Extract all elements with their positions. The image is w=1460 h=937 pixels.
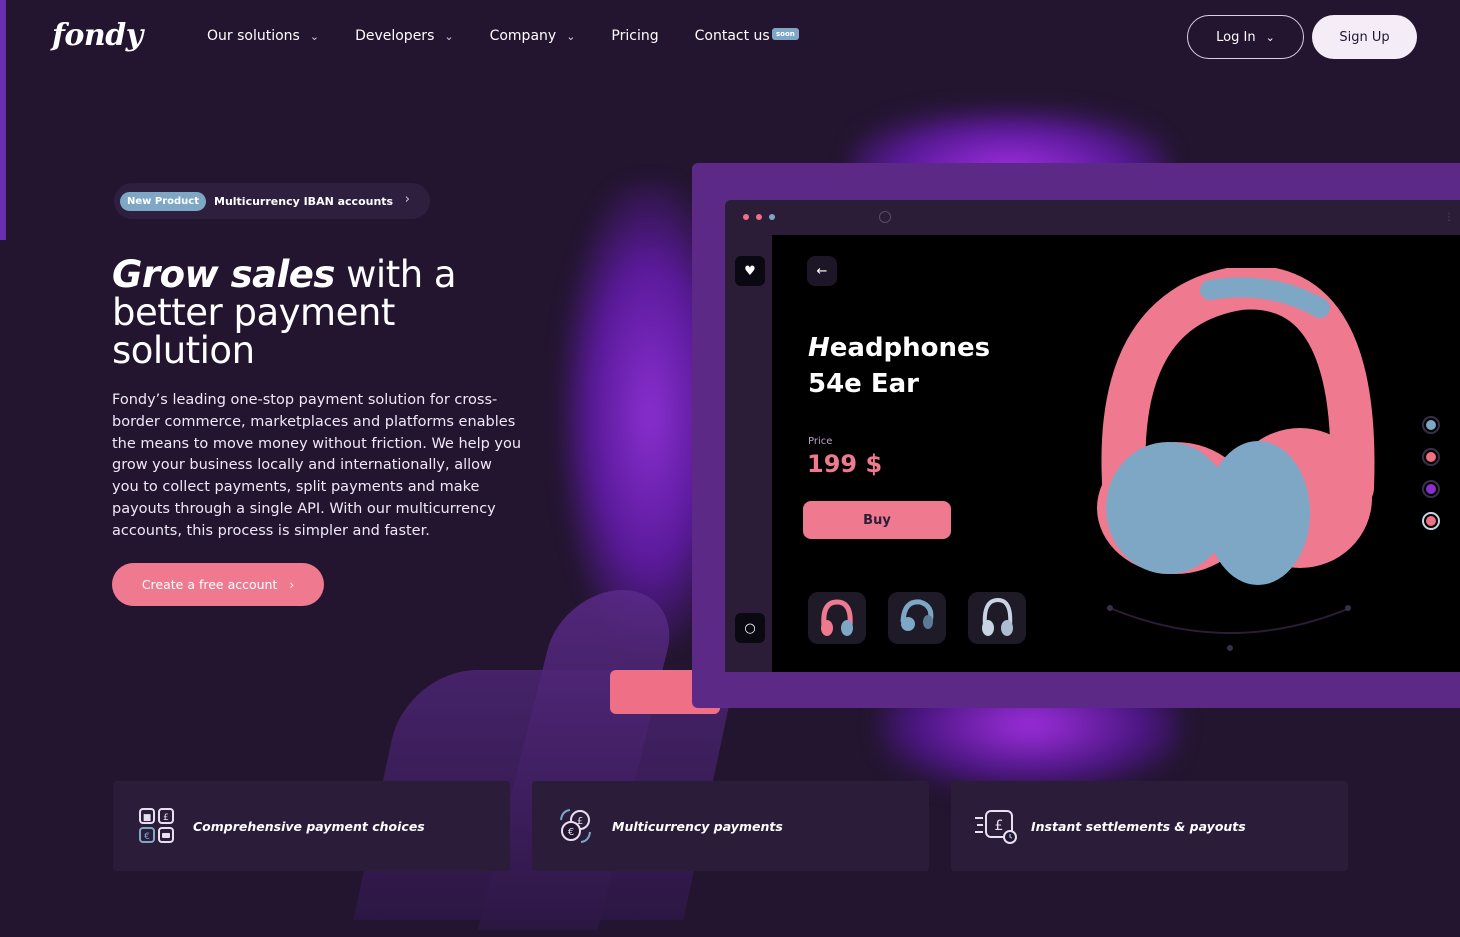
globe-icon xyxy=(879,211,891,223)
chevron-right-icon: › xyxy=(404,192,410,207)
color-swatch xyxy=(1426,484,1436,494)
color-swatch xyxy=(1426,452,1436,462)
hero-title-emphasis: Grow sales xyxy=(112,253,335,296)
chevron-right-icon: › xyxy=(289,577,295,592)
feature-card: ■ £ € Comprehensive payment choices xyxy=(113,781,510,871)
feature-label: Instant settlements & payouts xyxy=(1031,818,1246,834)
nav-contact-us[interactable]: Contact us xyxy=(695,28,770,44)
headphones-thumb-icon xyxy=(900,599,934,631)
chevron-down-icon: ⌄ xyxy=(1265,30,1275,44)
svg-text:£: £ xyxy=(995,818,1004,834)
product-name-line2: 54e Ear xyxy=(808,369,919,399)
color-option-selected[interactable] xyxy=(1422,512,1440,530)
logo[interactable]: fondy xyxy=(52,18,143,53)
new-product-pill[interactable]: New Product Multicurrency IBAN accounts … xyxy=(114,183,430,219)
headphones-thumb-icon xyxy=(821,599,853,636)
site-header: fondy Our solutions ⌄ Developers ⌄ Compa… xyxy=(0,0,1460,76)
window-dot-icon xyxy=(743,214,749,220)
color-swatch xyxy=(1426,420,1436,430)
nav-developers[interactable]: Developers ⌄ xyxy=(355,28,454,44)
heart-icon[interactable]: ♥ xyxy=(735,256,765,286)
svg-text:€: € xyxy=(568,827,574,838)
nav-label: Pricing xyxy=(611,28,659,44)
color-swatch xyxy=(1426,516,1436,526)
product-name-initial: H xyxy=(808,333,830,363)
price-label: Price xyxy=(808,436,833,447)
headphones-illustration xyxy=(1097,268,1375,651)
hero-description: Fondy’s leading one-stop payment solutio… xyxy=(112,392,522,539)
product-thumbnail[interactable] xyxy=(968,592,1026,644)
product-thumbnail[interactable] xyxy=(888,592,946,644)
currency-exchange-icon: £ € xyxy=(554,804,598,848)
feature-card: £ € Multicurrency payments xyxy=(532,781,929,871)
nav-pricing[interactable]: Pricing xyxy=(611,28,658,44)
chevron-down-icon: ⌄ xyxy=(566,29,576,43)
svg-text:■: ■ xyxy=(143,813,152,823)
signup-button[interactable]: Sign Up xyxy=(1312,15,1417,59)
feature-label: Comprehensive payment choices xyxy=(193,818,425,834)
nav-label: Company xyxy=(489,28,557,44)
search-icon[interactable]: ○ xyxy=(735,613,765,643)
soon-badge: soon xyxy=(772,28,799,40)
feature-card: £ Instant settlements & payouts xyxy=(951,781,1348,871)
product-name: Headphones 54e Ear xyxy=(808,330,1048,402)
svg-text:€: € xyxy=(144,832,150,842)
price-value: 199 $ xyxy=(807,450,883,478)
nav-label: Developers xyxy=(355,28,435,44)
pill-text: Multicurrency IBAN accounts xyxy=(214,194,394,208)
new-product-badge: New Product xyxy=(120,191,206,211)
svg-text:£: £ xyxy=(163,813,169,823)
window-dot-icon xyxy=(756,214,762,220)
chevron-down-icon: ⌄ xyxy=(444,29,454,43)
product-thumbnail[interactable] xyxy=(808,592,866,644)
color-option-pink[interactable] xyxy=(1422,448,1440,466)
nav-label: Contact us xyxy=(694,28,770,44)
hero-title: Grow sales with a better payment solutio… xyxy=(112,256,532,370)
login-button[interactable]: Log In ⌄ xyxy=(1187,15,1304,59)
nav-label: Our solutions xyxy=(207,28,300,44)
payment-methods-icon: ■ £ € xyxy=(135,804,179,848)
headphones-thumb-icon xyxy=(982,597,1013,636)
login-label: Log In xyxy=(1216,29,1256,45)
cta-label: Create a free account xyxy=(141,577,278,592)
nav-company[interactable]: Company ⌄ xyxy=(490,28,576,44)
window-dot-icon xyxy=(769,214,775,220)
back-arrow-icon[interactable]: ← xyxy=(807,256,837,286)
create-account-button[interactable]: Create a free account › xyxy=(112,563,324,606)
color-option-blue[interactable] xyxy=(1422,416,1440,434)
feature-label: Multicurrency payments xyxy=(612,818,783,834)
product-name-line1: eadphones xyxy=(829,333,991,363)
color-option-purple[interactable] xyxy=(1422,480,1440,498)
more-icon: ⋮ xyxy=(1444,212,1454,223)
chevron-down-icon: ⌄ xyxy=(309,29,320,43)
nav-our-solutions[interactable]: Our solutions ⌄ xyxy=(207,28,319,44)
main-nav: Our solutions ⌄ Developers ⌄ Company ⌄ P… xyxy=(207,28,806,44)
fast-payout-icon: £ xyxy=(973,804,1017,848)
buy-button[interactable]: Buy xyxy=(803,501,951,539)
svg-text:£: £ xyxy=(577,816,583,827)
